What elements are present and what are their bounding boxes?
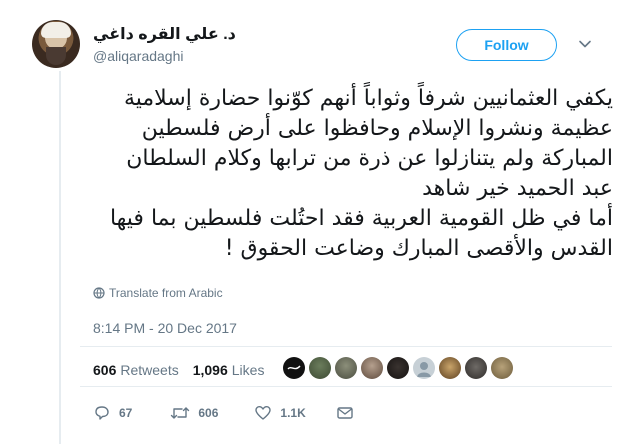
retweet-icon xyxy=(171,407,190,419)
likes-count[interactable]: 1,096 xyxy=(193,362,228,378)
chevron-down-icon[interactable] xyxy=(578,37,592,51)
liker-avatars xyxy=(283,357,513,379)
like-action[interactable]: 1.1K xyxy=(254,404,306,422)
liker-avatar[interactable] xyxy=(361,357,383,379)
tweet-line: أما في ظل القومية العربية فقد احتُلت فلس… xyxy=(109,206,613,231)
tweet-line: عظيمة ونشروا الإسلام وحافظوا على أرض فلس… xyxy=(141,116,613,141)
tweet-line: يكفي العثمانيين شرفاً وثواباً أنهم كوّنو… xyxy=(123,86,613,111)
tweet-text: يكفي العثمانيين شرفاً وثواباً أنهم كوّنو… xyxy=(68,84,613,264)
retweets-label[interactable]: Retweets xyxy=(120,362,178,378)
likes-label[interactable]: Likes xyxy=(232,362,265,378)
reply-count: 67 xyxy=(119,406,133,420)
liker-avatar[interactable] xyxy=(387,357,409,379)
retweet-count: 606 xyxy=(198,406,219,420)
tweet-line: عبد الحميد خير شاهد xyxy=(422,176,613,201)
direct-message-action[interactable] xyxy=(336,405,354,421)
default-user-icon xyxy=(417,362,431,377)
liker-avatar[interactable] xyxy=(439,357,461,379)
envelope-icon xyxy=(337,407,353,419)
retweet-action[interactable]: 606 xyxy=(170,404,218,422)
tweet-actions: 67 606 1.1K xyxy=(93,404,354,422)
globe-icon xyxy=(93,287,105,299)
liker-avatar[interactable] xyxy=(465,357,487,379)
tweet-stats: 606 Retweets 1,096 Likes xyxy=(93,362,264,378)
avatar-beard xyxy=(46,47,66,65)
liker-avatar[interactable] xyxy=(491,357,513,379)
liker-avatar[interactable] xyxy=(413,357,435,379)
divider xyxy=(80,386,612,387)
tweet-line: القدس والأقصى المبارك وضاعت الحقوق ! xyxy=(224,236,613,261)
divider xyxy=(80,346,612,347)
author-handle[interactable]: @aliqaradaghi xyxy=(93,48,184,64)
avatar[interactable] xyxy=(32,20,80,68)
tweet-timestamp[interactable]: 8:14 PM - 20 Dec 2017 xyxy=(93,320,237,336)
like-count: 1.1K xyxy=(280,406,306,420)
reply-icon xyxy=(95,406,109,420)
heart-icon xyxy=(255,406,272,420)
retweets-count[interactable]: 606 xyxy=(93,362,116,378)
follow-button[interactable]: Follow xyxy=(456,29,557,61)
avatar-turban xyxy=(41,22,71,38)
liker-avatar[interactable] xyxy=(283,357,305,379)
author-display-name[interactable]: د. علي القره داغي xyxy=(93,24,236,44)
translate-label: Translate from Arabic xyxy=(109,286,223,300)
thread-line xyxy=(59,71,61,444)
liker-avatar[interactable] xyxy=(335,357,357,379)
liker-avatar[interactable] xyxy=(309,357,331,379)
reply-action[interactable]: 67 xyxy=(93,404,132,422)
translate-link[interactable]: Translate from Arabic xyxy=(93,286,223,300)
tweet-line: المباركة ولم يتنازلوا عن ذرة من ترابها و… xyxy=(126,146,613,171)
calligraphy-logo-icon xyxy=(287,365,301,370)
